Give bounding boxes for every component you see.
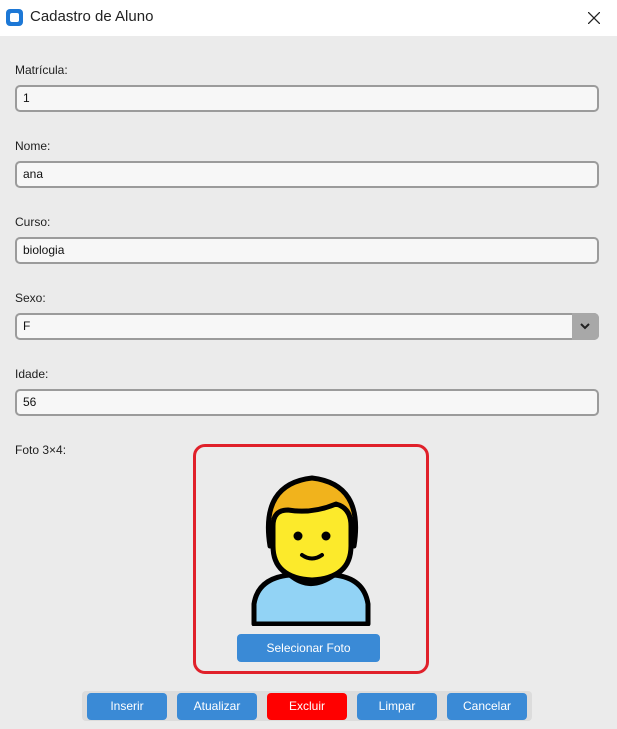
sexo-selected-value: F xyxy=(23,319,31,333)
chevron-down-icon xyxy=(580,323,590,330)
select-photo-button[interactable]: Selecionar Foto xyxy=(237,634,380,662)
title-bar: Cadastro de Aluno xyxy=(0,0,617,36)
insert-button[interactable]: Inserir xyxy=(87,693,167,720)
sexo-select[interactable]: F xyxy=(15,313,599,340)
update-button[interactable]: Atualizar xyxy=(177,693,257,720)
matricula-label: Matrícula: xyxy=(15,63,68,77)
clear-button[interactable]: Limpar xyxy=(357,693,437,720)
cancel-button[interactable]: Cancelar xyxy=(447,693,527,720)
photo-frame: Selecionar Foto xyxy=(193,444,429,674)
person-avatar xyxy=(251,475,371,626)
idade-field[interactable]: 56 xyxy=(15,389,599,416)
window-title: Cadastro de Aluno xyxy=(30,8,154,25)
close-button[interactable] xyxy=(571,0,617,36)
curso-field[interactable]: biologia xyxy=(15,237,599,264)
idade-label: Idade: xyxy=(15,367,49,381)
action-button-bar: Inserir Atualizar Excluir Limpar Cancela… xyxy=(82,691,532,721)
nome-field[interactable]: ana xyxy=(15,161,599,188)
nome-label: Nome: xyxy=(15,139,51,153)
close-icon xyxy=(588,12,600,24)
matricula-field[interactable]: 1 xyxy=(15,85,599,112)
sexo-dropdown-button[interactable] xyxy=(572,313,599,340)
delete-button[interactable]: Excluir xyxy=(267,693,347,720)
sexo-label: Sexo: xyxy=(15,291,46,305)
app-icon xyxy=(6,9,23,26)
foto-label: Foto 3×4: xyxy=(15,443,67,457)
curso-label: Curso: xyxy=(15,215,51,229)
